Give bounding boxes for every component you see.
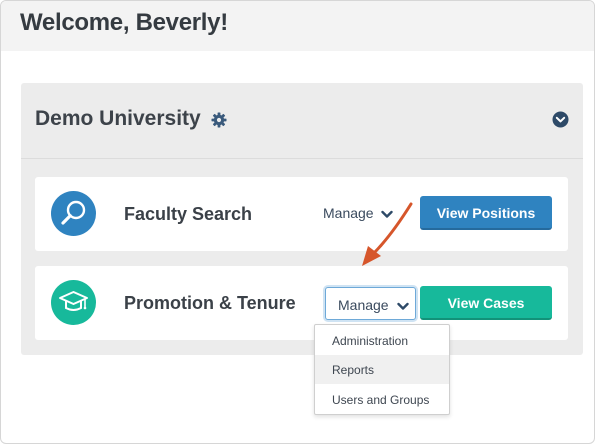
menu-item-reports[interactable]: Reports	[315, 355, 449, 384]
gear-icon[interactable]	[210, 111, 228, 129]
graduation-cap-icon	[51, 280, 96, 325]
annotation-arrow	[351, 196, 421, 276]
app-frame: Welcome, Beverly! Demo University Facult…	[0, 0, 595, 444]
magnifier-icon	[51, 191, 96, 236]
manage-menu: Administration Reports Users and Groups	[314, 324, 450, 415]
chevron-circle-down-icon[interactable]	[552, 111, 569, 128]
page-title: Welcome, Beverly!	[20, 9, 228, 36]
app-card-promotion-tenure: Promotion & Tenure Manage View Cases	[35, 266, 568, 340]
app-title: Promotion & Tenure	[124, 293, 296, 313]
chevron-down-icon	[396, 298, 409, 314]
university-panel: Demo University Faculty Search Manage Vi…	[21, 83, 583, 355]
view-cases-button[interactable]: View Cases	[420, 286, 552, 320]
welcome-header: Welcome, Beverly!	[1, 1, 594, 51]
manage-dropdown[interactable]: Manage	[325, 287, 416, 320]
manage-label: Manage	[338, 297, 389, 313]
app-title: Faculty Search	[124, 204, 253, 224]
menu-item-users-and-groups[interactable]: Users and Groups	[315, 385, 449, 414]
university-name: Demo University	[35, 107, 201, 130]
menu-item-administration[interactable]: Administration	[315, 326, 449, 355]
university-header: Demo University	[21, 83, 583, 159]
view-positions-button[interactable]: View Positions	[420, 196, 552, 230]
app-card-faculty-search: Faculty Search Manage View Positions	[35, 177, 568, 251]
